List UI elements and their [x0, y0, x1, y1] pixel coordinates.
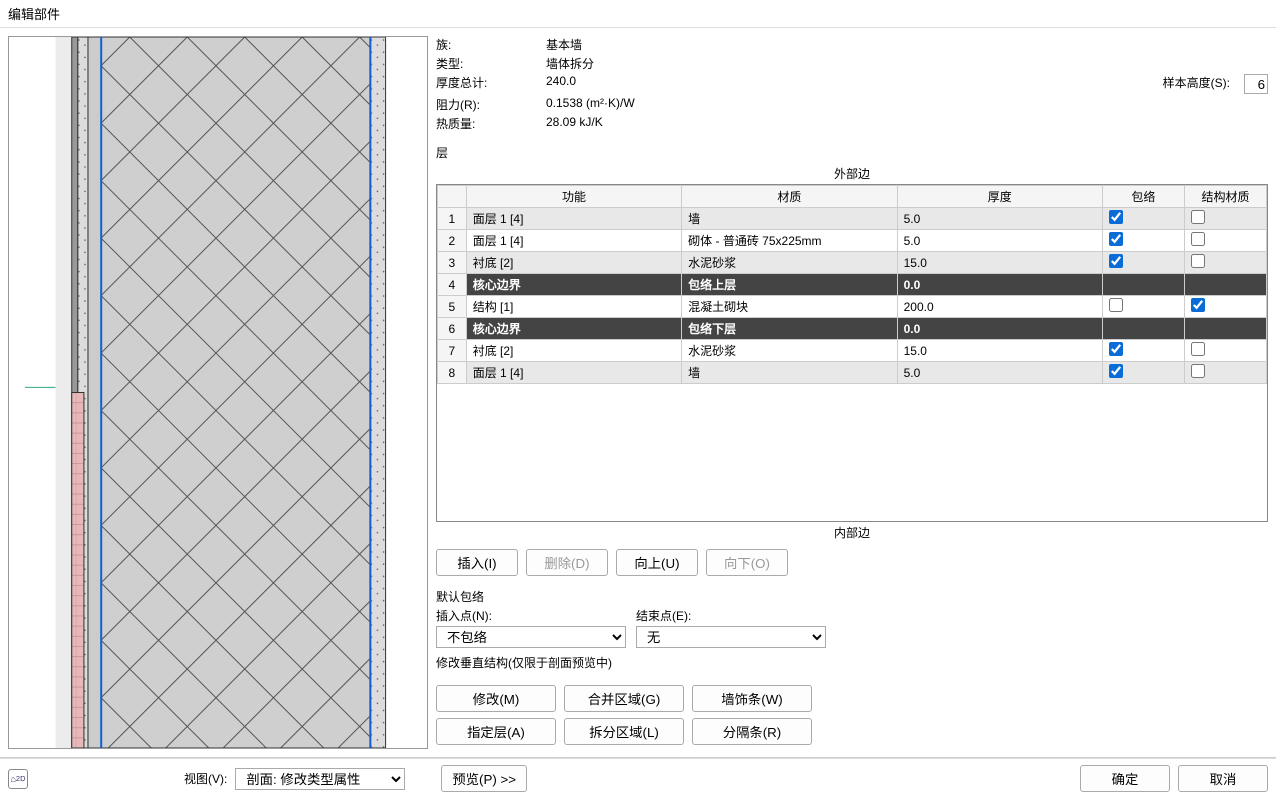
sample-height-input[interactable]	[1244, 74, 1268, 94]
sample-height-label: 样本高度(S):	[1163, 74, 1234, 94]
table-row[interactable]: 8面层 1 [4]墙5.0	[438, 362, 1267, 384]
struct-checkbox[interactable]	[1191, 298, 1205, 312]
col-wrap: 包络	[1102, 186, 1184, 208]
thickness-label: 厚度总计:	[436, 74, 536, 94]
table-row[interactable]: 5结构 [1]混凝土砌块200.0	[438, 296, 1267, 318]
modify-vert-group: 修改垂直结构(仅限于剖面预览中)	[436, 654, 1268, 671]
wrap-checkbox[interactable]	[1109, 342, 1123, 356]
modify-button[interactable]: 修改(M)	[436, 685, 556, 712]
preview-pane[interactable]	[8, 36, 428, 749]
wrap-checkbox[interactable]	[1109, 254, 1123, 268]
split-button[interactable]: 拆分区域(L)	[564, 718, 684, 745]
layers-label: 层	[436, 144, 1268, 161]
merge-button[interactable]: 合并区域(G)	[564, 685, 684, 712]
table-row[interactable]: 7衬底 [2]水泥砂浆15.0	[438, 340, 1267, 362]
sweep-button[interactable]: 墙饰条(W)	[692, 685, 812, 712]
struct-checkbox[interactable]	[1191, 364, 1205, 378]
thermal-value: 28.09 kJ/K	[546, 115, 1153, 132]
wrap-checkbox[interactable]	[1109, 210, 1123, 224]
wrap-checkbox[interactable]	[1109, 364, 1123, 378]
col-material: 材质	[682, 186, 897, 208]
resistance-value: 0.1538 (m²·K)/W	[546, 96, 1153, 113]
insert-button[interactable]: 插入(I)	[436, 549, 518, 576]
view-label: 视图(V):	[184, 770, 227, 787]
table-row[interactable]: 4核心边界包络上层0.0	[438, 274, 1267, 296]
end-point-select[interactable]: 无	[636, 626, 826, 648]
thickness-value: 240.0	[546, 74, 1153, 94]
col-struct: 结构材质	[1184, 186, 1266, 208]
end-point-label: 结束点(E):	[636, 607, 826, 624]
view-2d-icon[interactable]: ⌂2D	[8, 769, 28, 789]
struct-checkbox[interactable]	[1191, 210, 1205, 224]
table-row[interactable]: 6核心边界包络下层0.0	[438, 318, 1267, 340]
struct-checkbox[interactable]	[1191, 232, 1205, 246]
down-button[interactable]: 向下(O)	[706, 549, 788, 576]
assign-button[interactable]: 指定层(A)	[436, 718, 556, 745]
table-row[interactable]: 2面层 1 [4]砌体 - 普通砖 75x225mm5.0	[438, 230, 1267, 252]
default-wrap-group: 默认包络	[436, 588, 1268, 605]
family-value: 基本墙	[546, 36, 1153, 53]
cancel-button[interactable]: 取消	[1178, 765, 1268, 792]
struct-checkbox[interactable]	[1191, 254, 1205, 268]
type-label: 类型:	[436, 55, 536, 72]
family-label: 族:	[436, 36, 536, 53]
col-function: 功能	[466, 186, 681, 208]
resistance-label: 阻力(R):	[436, 96, 536, 113]
outer-edge-label: 外部边	[436, 165, 1268, 182]
delete-button[interactable]: 删除(D)	[526, 549, 608, 576]
thermal-label: 热质量:	[436, 115, 536, 132]
insert-point-select[interactable]: 不包络	[436, 626, 626, 648]
wrap-checkbox[interactable]	[1109, 298, 1123, 312]
struct-checkbox[interactable]	[1191, 342, 1205, 356]
col-thickness: 厚度	[897, 186, 1102, 208]
ok-button[interactable]: 确定	[1080, 765, 1170, 792]
layers-table[interactable]: 功能 材质 厚度 包络 结构材质 1面层 1 [4]墙5.02面层 1 [4]砌…	[437, 185, 1267, 384]
table-row[interactable]: 1面层 1 [4]墙5.0	[438, 208, 1267, 230]
up-button[interactable]: 向上(U)	[616, 549, 698, 576]
table-row[interactable]: 3衬底 [2]水泥砂浆15.0	[438, 252, 1267, 274]
window-title: 编辑部件	[0, 0, 1276, 28]
type-value: 墙体拆分	[546, 55, 1153, 72]
reveal-button[interactable]: 分隔条(R)	[692, 718, 812, 745]
insert-point-label: 插入点(N):	[436, 607, 626, 624]
preview-button[interactable]: 预览(P) >>	[441, 765, 527, 792]
wrap-checkbox[interactable]	[1109, 232, 1123, 246]
layers-table-wrap: 功能 材质 厚度 包络 结构材质 1面层 1 [4]墙5.02面层 1 [4]砌…	[436, 184, 1268, 522]
inner-edge-label: 内部边	[436, 524, 1268, 541]
view-select[interactable]: 剖面: 修改类型属性	[235, 768, 405, 790]
